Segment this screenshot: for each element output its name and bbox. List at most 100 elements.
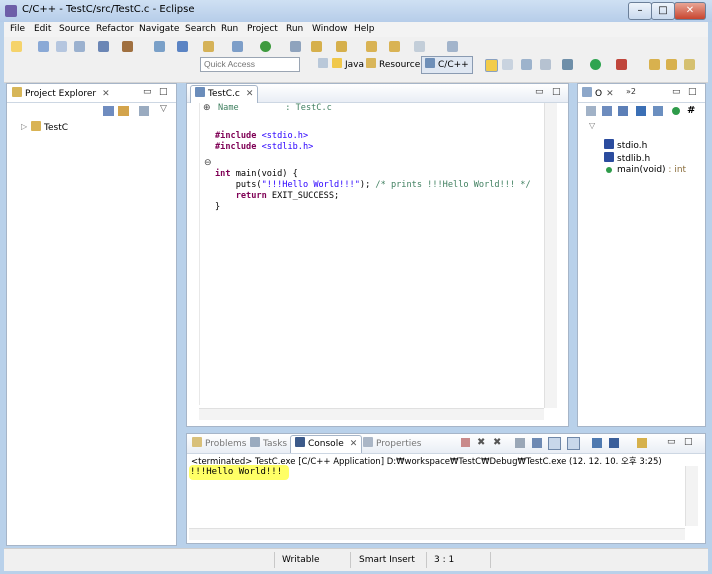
hide-nonpublic-icon[interactable] xyxy=(672,107,680,115)
outline-item[interactable]: stdio.h xyxy=(604,139,704,152)
hide-macro-icon[interactable]: # xyxy=(687,105,695,116)
terminate-icon[interactable] xyxy=(461,438,470,447)
open-element-icon[interactable] xyxy=(666,59,677,70)
search-icon[interactable] xyxy=(290,41,301,52)
debug-icon[interactable] xyxy=(562,59,573,70)
code-line[interactable]: } xyxy=(215,202,220,213)
minimize-icon[interactable]: ▭ xyxy=(535,87,544,97)
maximize-icon[interactable]: □ xyxy=(159,87,168,97)
minimize-icon[interactable]: ▭ xyxy=(672,87,681,97)
menu-run[interactable]: Run xyxy=(221,24,238,34)
close-icon[interactable]: ✕ xyxy=(102,89,110,99)
close-icon[interactable]: ✕ xyxy=(246,89,254,99)
tab-console[interactable]: Console ✕ xyxy=(290,435,363,453)
more-views-indicator[interactable]: »2 xyxy=(626,87,636,96)
code-line[interactable]: return EXIT_SUCCESS; xyxy=(215,191,339,202)
menu-run-2[interactable]: Run xyxy=(286,24,303,34)
clear-console-icon[interactable] xyxy=(515,438,525,448)
new-folder-icon[interactable] xyxy=(203,41,214,52)
run-config-icon[interactable] xyxy=(260,41,271,52)
save-all-icon[interactable] xyxy=(56,41,67,52)
expand-arrow-icon[interactable]: ▷ xyxy=(21,122,27,131)
menu-file[interactable]: File xyxy=(10,24,25,34)
editor-tab-testc[interactable]: TestC.c ✕ xyxy=(190,85,259,103)
editor-horizontal-scrollbar[interactable] xyxy=(199,408,544,420)
code-line[interactable]: #include <stdlib.h> xyxy=(215,142,313,153)
debug-settings-icon[interactable] xyxy=(154,41,165,52)
menu-edit[interactable]: Edit xyxy=(34,24,51,34)
maximize-icon[interactable]: □ xyxy=(688,87,697,97)
minimize-button[interactable]: – xyxy=(628,2,652,20)
open-perspective-button[interactable] xyxy=(318,58,331,72)
collapse-all-icon[interactable] xyxy=(103,106,114,116)
outline-tab[interactable]: O ✕ xyxy=(582,87,614,101)
console-horizontal-scrollbar[interactable] xyxy=(189,528,685,540)
build-settings-icon[interactable] xyxy=(98,41,109,52)
menu-refactor[interactable]: Refactor xyxy=(96,24,134,34)
remove-all-icon[interactable]: ✖ xyxy=(493,437,501,448)
save-icon[interactable] xyxy=(38,41,49,52)
console-output[interactable]: !!!Hello World!!! xyxy=(190,467,282,478)
perspective-cpp[interactable]: C/C++ xyxy=(421,56,473,74)
console-vertical-scrollbar[interactable] xyxy=(685,466,698,526)
maximize-icon[interactable]: □ xyxy=(552,87,561,97)
minimize-icon[interactable]: ▭ xyxy=(667,437,676,447)
quick-access-input[interactable] xyxy=(200,57,300,72)
maximize-button[interactable]: □ xyxy=(651,2,675,20)
maximize-icon[interactable]: □ xyxy=(684,437,693,447)
menu-navigate[interactable]: Navigate xyxy=(139,24,179,34)
highlight-icon[interactable] xyxy=(502,59,513,70)
menu-help[interactable]: Help xyxy=(354,24,375,34)
fold-icon[interactable]: ⊖ xyxy=(204,158,212,168)
outline-item[interactable]: main(void) : int xyxy=(604,165,704,178)
hide-fields-icon[interactable] xyxy=(636,106,646,116)
word-wrap-icon[interactable] xyxy=(548,437,561,450)
minimize-icon[interactable]: ▭ xyxy=(143,87,152,97)
menu-project[interactable]: Project xyxy=(247,24,278,34)
new-icon[interactable] xyxy=(11,41,22,52)
code-line[interactable]: puts("!!!Hello World!!!"); /* prints !!!… xyxy=(215,180,531,191)
code-line[interactable]: #include <stdio.h> xyxy=(215,131,308,142)
link-editor-icon[interactable] xyxy=(118,106,129,116)
scroll-lock-icon[interactable] xyxy=(532,438,542,448)
filter-icon[interactable] xyxy=(139,106,149,116)
new-project-icon[interactable] xyxy=(177,41,188,52)
remove-launch-icon[interactable]: ✖ xyxy=(477,437,485,448)
close-button[interactable]: ✕ xyxy=(674,2,706,20)
editor-vertical-scrollbar[interactable] xyxy=(544,103,557,408)
pin-editor-icon[interactable] xyxy=(447,41,458,52)
collapse-icon[interactable] xyxy=(602,106,612,116)
show-whitespace-icon[interactable] xyxy=(540,59,551,70)
perspective-java[interactable]: Java xyxy=(332,58,364,72)
external-tools-icon[interactable] xyxy=(616,59,627,70)
outline-toolbar-icon[interactable] xyxy=(586,106,596,116)
print-icon[interactable] xyxy=(74,41,85,52)
run-icon[interactable] xyxy=(590,59,601,70)
block-select-icon[interactable] xyxy=(521,59,532,70)
fold-icon[interactable]: ⊕ xyxy=(203,103,211,113)
last-edit-icon[interactable] xyxy=(414,41,425,52)
open-console-icon[interactable] xyxy=(637,438,647,448)
hide-static-icon[interactable] xyxy=(653,106,663,116)
forward-icon[interactable] xyxy=(389,41,400,52)
project-explorer-tab[interactable]: Project Explorer ✕ xyxy=(12,87,110,101)
display-console-icon[interactable] xyxy=(609,438,619,448)
open-type-icon[interactable] xyxy=(649,59,660,70)
tab-tasks[interactable]: Tasks xyxy=(250,437,287,451)
menu-search[interactable]: Search xyxy=(185,24,216,34)
view-menu-icon[interactable]: ▽ xyxy=(589,121,595,130)
tree-item-testc[interactable]: TestC xyxy=(31,121,68,133)
close-icon[interactable]: ✕ xyxy=(606,89,614,99)
build-icon[interactable] xyxy=(122,41,133,52)
sort-icon[interactable] xyxy=(618,106,628,116)
menu-window[interactable]: Window xyxy=(312,24,348,34)
close-icon[interactable]: ✕ xyxy=(350,439,358,449)
code-editor[interactable]: Name : TestC.c #include <stdio.h> #include… xyxy=(215,103,545,223)
toggle-mark-icon[interactable] xyxy=(485,59,498,72)
new-class-icon[interactable] xyxy=(232,41,243,52)
menu-source[interactable]: Source xyxy=(59,24,90,34)
perspective-resource[interactable]: Resource xyxy=(366,58,420,72)
code-line[interactable]: Name : TestC.c xyxy=(218,103,332,114)
view-menu-icon[interactable]: ▽ xyxy=(160,104,167,114)
annotation-icon[interactable] xyxy=(311,41,322,52)
